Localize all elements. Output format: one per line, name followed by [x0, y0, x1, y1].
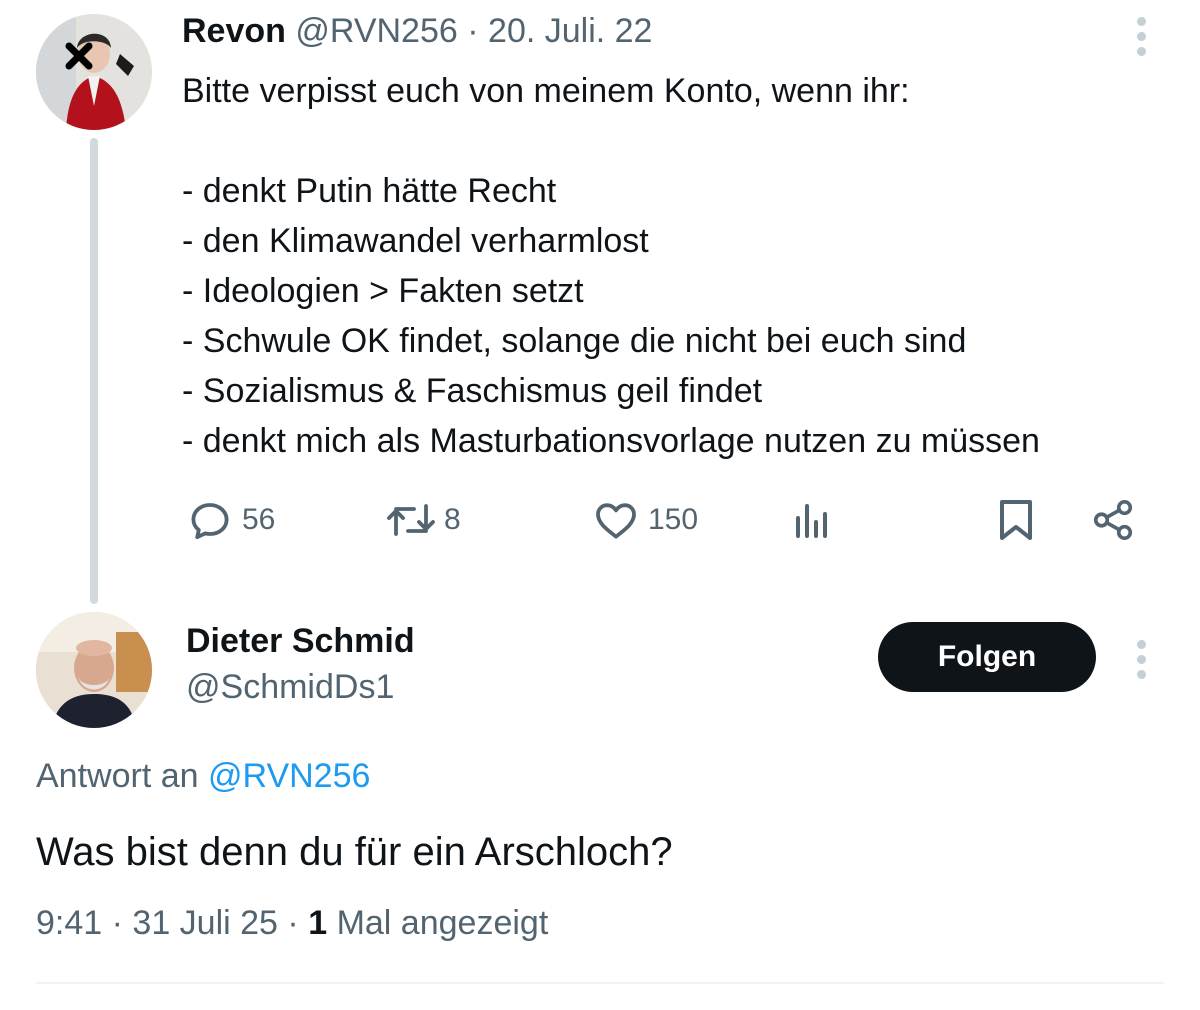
user-handle[interactable]: @RVN256 — [295, 12, 457, 50]
like-button[interactable]: 150 — [592, 496, 698, 544]
meta-separator: · — [111, 904, 123, 942]
avatar-image — [36, 612, 152, 728]
display-name[interactable]: Revon — [182, 12, 286, 50]
display-name[interactable]: Dieter Schmid — [186, 622, 415, 661]
header-separator: · — [467, 12, 479, 50]
views-button[interactable] — [790, 496, 838, 544]
avatar-dieter-schmid[interactable] — [36, 612, 152, 728]
tweet-time[interactable]: 9:41 — [36, 904, 102, 942]
user-handle[interactable]: @SchmidDs1 — [186, 668, 394, 707]
tweet-line: - denkt mich als Masturbationsvorlage nu… — [182, 422, 1040, 460]
tweet-line: - Schwule OK findet, solange die nicht b… — [182, 322, 967, 360]
reply-count: 56 — [242, 503, 276, 536]
divider — [36, 982, 1164, 984]
retweet-count: 8 — [444, 503, 461, 536]
tweet-line: - denkt Putin hätte Recht — [182, 172, 557, 210]
reply-button[interactable]: 56 — [186, 496, 275, 544]
bookmark-icon — [1000, 500, 1032, 540]
tweet-text: Bitte verpisst euch von meinem Konto, we… — [182, 66, 1172, 466]
tweet-header: Revon @RVN256 · 20. Juli. 22 — [182, 10, 652, 52]
avatar-image — [36, 14, 152, 130]
tweet-meta: 9:41 · 31 Juli 25 · 1 Mal angezeigt — [36, 904, 548, 943]
thread-connector-line — [90, 138, 98, 604]
tweet-line: Bitte verpisst euch von meinem Konto, we… — [182, 72, 910, 110]
view-label: Mal angezeigt — [336, 904, 549, 942]
bookmark-button[interactable] — [996, 496, 1036, 544]
reply-to-label: Antwort an — [36, 757, 199, 795]
follow-button[interactable]: Folgen — [878, 622, 1096, 692]
tweet-line: - Ideologien > Fakten setzt — [182, 272, 584, 310]
like-count: 150 — [648, 503, 699, 536]
reply-context: Antwort an @RVN256 — [36, 757, 370, 796]
reply-text: Was bist denn du für ein Arschloch? — [36, 830, 673, 874]
more-options-icon[interactable] — [1135, 17, 1147, 62]
retweet-icon — [387, 504, 435, 536]
meta-separator: · — [287, 904, 299, 942]
retweet-button[interactable]: 8 — [382, 496, 461, 544]
like-icon — [596, 503, 636, 539]
tweet-date[interactable]: 20. Juli. 22 — [488, 12, 652, 50]
share-button[interactable] — [1090, 496, 1136, 544]
tweet-line: - Sozialismus & Faschismus geil findet — [182, 372, 763, 410]
tweet-line: - den Klimawandel verharmlost — [182, 222, 649, 260]
reply-icon — [191, 503, 229, 540]
views-icon — [796, 504, 827, 538]
tweet-line — [182, 116, 1172, 166]
tweet-date[interactable]: 31 Juli 25 — [132, 904, 278, 942]
view-count: 1 — [308, 904, 328, 942]
avatar-revon[interactable] — [36, 14, 152, 130]
reply-to-handle-link[interactable]: @RVN256 — [208, 757, 370, 795]
share-icon — [1093, 499, 1133, 541]
more-options-icon[interactable] — [1135, 640, 1147, 685]
